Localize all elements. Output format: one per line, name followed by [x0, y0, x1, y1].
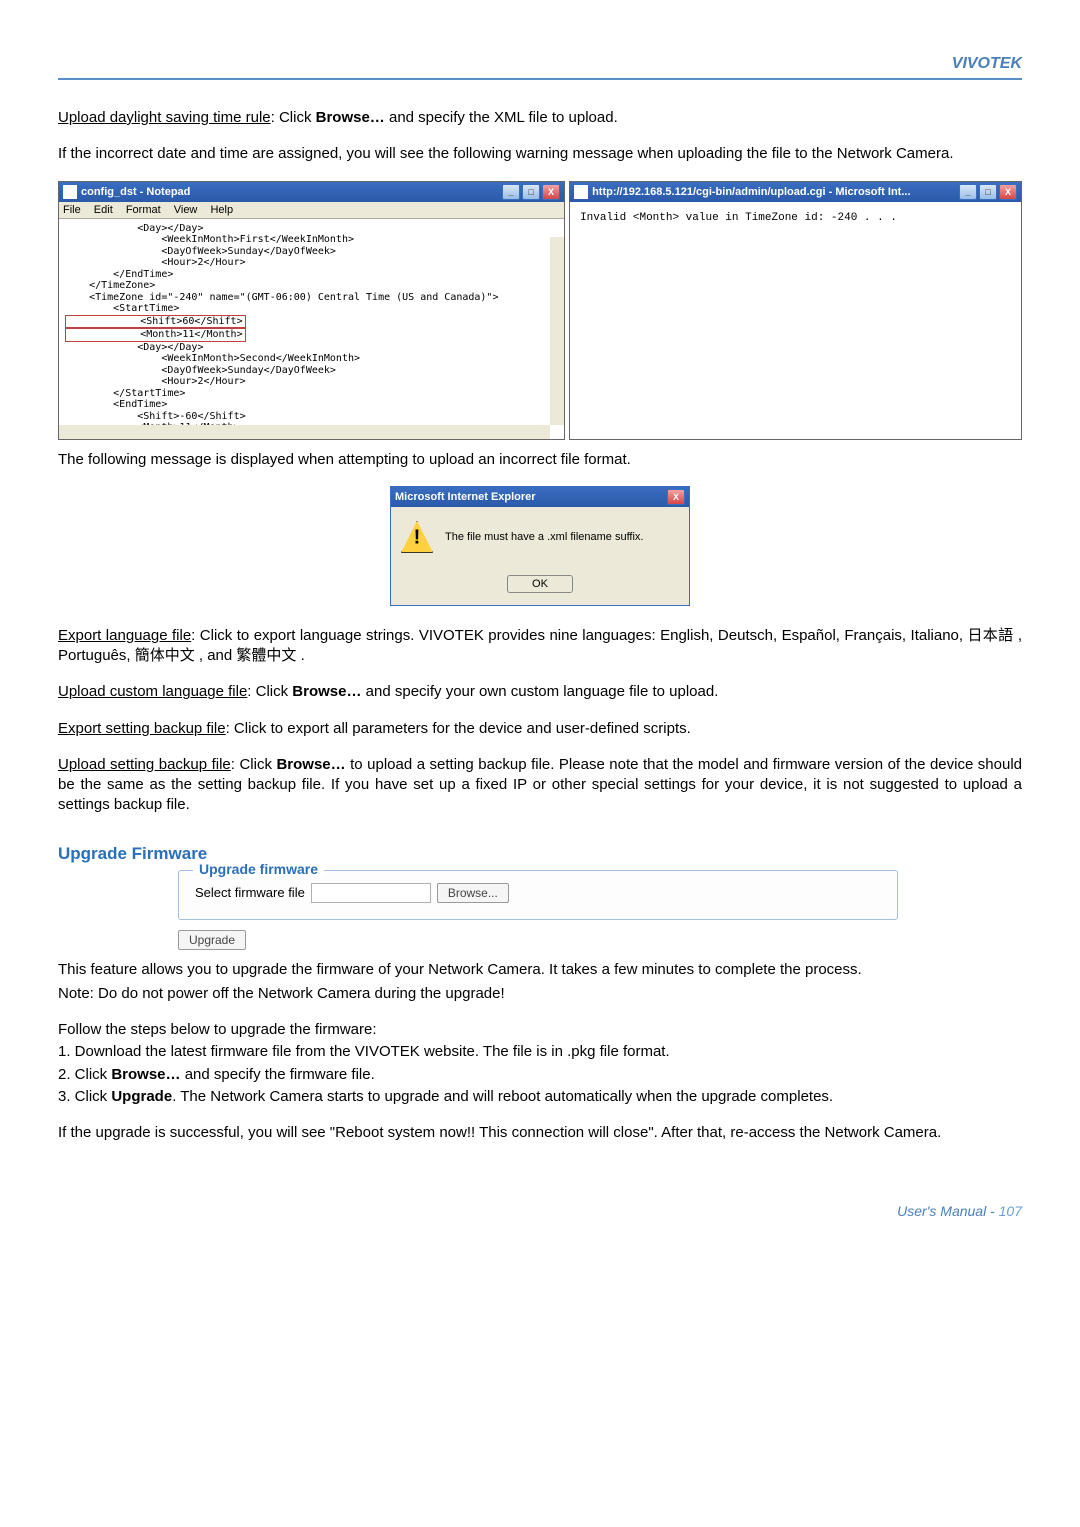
footer-label: User's Manual - [897, 1203, 998, 1219]
lead-upload-backup: Upload setting backup file [58, 756, 231, 773]
notepad-title: config_dst - Notepad [81, 186, 190, 198]
notepad-titlebar: config_dst - Notepad _ □ X [59, 182, 564, 202]
close-button[interactable]: X [542, 184, 560, 200]
vertical-scrollbar[interactable] [550, 237, 564, 425]
step-3: 3. Click Upgrade. The Network Camera sta… [58, 1087, 1022, 1107]
browse-button[interactable]: Browse... [437, 883, 509, 903]
dialog-titlebar: Microsoft Internet Explorer X [391, 487, 689, 507]
window-buttons: _ □ X [502, 184, 560, 200]
menu-format[interactable]: Format [126, 204, 161, 216]
para-export-lang: Export language file: Click to export la… [58, 626, 1022, 667]
minimize-button[interactable]: _ [502, 184, 520, 200]
ie-body: Invalid <Month> value in TimeZone id: -2… [570, 202, 1021, 439]
ie-window: http://192.168.5.121/cgi-bin/admin/uploa… [569, 181, 1022, 440]
step-1: 1. Download the latest firmware file fro… [58, 1042, 1022, 1062]
warning-icon [401, 521, 433, 553]
ie-minimize-button[interactable]: _ [959, 184, 977, 200]
ie-close-button[interactable]: X [999, 184, 1017, 200]
dialog-title: Microsoft Internet Explorer [395, 491, 536, 503]
para-export-backup: Export setting backup file: Click to exp… [58, 719, 1022, 739]
para-upgrade-note: Note: Do do not power off the Network Ca… [58, 984, 1022, 1004]
notepad-body: <Day></Day> <WeekInMonth>First</WeekInMo… [59, 219, 564, 439]
fieldset-legend: Upgrade firmware [193, 861, 324, 877]
brand-header: VIVOTEK [58, 55, 1022, 73]
horizontal-scrollbar[interactable] [59, 425, 550, 439]
upgrade-fieldset: Upgrade firmware Select firmware file Br… [178, 870, 898, 920]
page-footer: User's Manual - 107 [58, 1203, 1022, 1219]
lead-upload-lang: Upload custom language file [58, 683, 247, 700]
lead-export-backup: Export setting backup file [58, 720, 226, 737]
para-upload-dst: Upload daylight saving time rule: Click … [58, 108, 1022, 128]
page-number: 107 [999, 1203, 1022, 1219]
notepad-window: config_dst - Notepad _ □ X File Edit For… [58, 181, 565, 440]
firmware-file-input[interactable] [311, 883, 431, 903]
menu-file[interactable]: File [63, 204, 81, 216]
lead-upload-dst: Upload daylight saving time rule [58, 109, 271, 126]
ok-button[interactable]: OK [507, 575, 573, 593]
para-upgrade-desc: This feature allows you to upgrade the f… [58, 960, 1022, 980]
menu-view[interactable]: View [174, 204, 198, 216]
error-dialog: Microsoft Internet Explorer X The file m… [390, 486, 690, 606]
screenshots-row: config_dst - Notepad _ □ X File Edit For… [58, 181, 1022, 440]
ie-title: http://192.168.5.121/cgi-bin/admin/uploa… [592, 186, 910, 198]
ie-icon [574, 185, 588, 199]
maximize-button[interactable]: □ [522, 184, 540, 200]
highlighted-month: <Month>11</Month> [65, 328, 246, 342]
header-rule [58, 78, 1022, 80]
select-firmware-label: Select firmware file [195, 885, 305, 900]
dialog-message: The file must have a .xml filename suffi… [445, 531, 644, 543]
step-2: 2. Click Browse… and specify the firmwar… [58, 1065, 1022, 1085]
menu-edit[interactable]: Edit [94, 204, 113, 216]
menu-help[interactable]: Help [210, 204, 233, 216]
ie-maximize-button[interactable]: □ [979, 184, 997, 200]
para-upgrade-success: If the upgrade is successful, you will s… [58, 1123, 1022, 1143]
para-steps-intro: Follow the steps below to upgrade the fi… [58, 1020, 1022, 1040]
para-upload-backup: Upload setting backup file: Click Browse… [58, 755, 1022, 816]
upgrade-button[interactable]: Upgrade [178, 930, 246, 950]
para-incorrect-format: The following message is displayed when … [58, 450, 1022, 470]
notepad-icon [63, 185, 77, 199]
lead-export-lang: Export language file [58, 627, 191, 644]
para-upload-lang: Upload custom language file: Click Brows… [58, 682, 1022, 702]
dialog-close-button[interactable]: X [667, 489, 685, 505]
notepad-menubar: File Edit Format View Help [59, 202, 564, 219]
para-incorrect-date: If the incorrect date and time are assig… [58, 144, 1022, 164]
browse-word: Browse… [316, 109, 385, 126]
highlighted-shift: <Shift>60</Shift> [65, 315, 246, 329]
ie-titlebar: http://192.168.5.121/cgi-bin/admin/uploa… [570, 182, 1021, 202]
